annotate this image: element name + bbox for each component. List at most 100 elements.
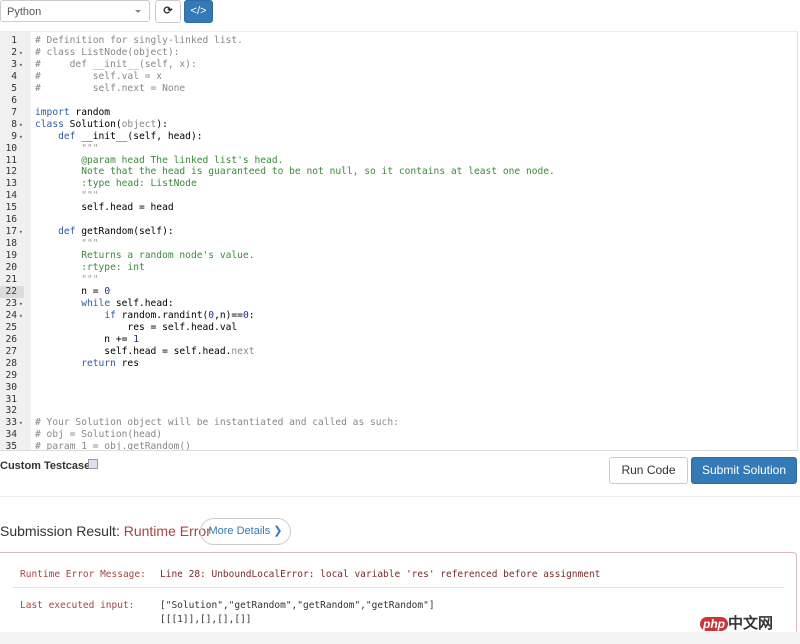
line-number: 16 [5,214,17,226]
submit-solution-button[interactable]: Submit Solution [691,457,797,484]
code-token: ,n)== [214,309,243,321]
line-number: 1 [11,35,17,46]
code-line[interactable]: 28 return res [0,358,797,370]
language-select[interactable]: Python [0,0,150,22]
code-line[interactable]: 25 res = self.head.val [0,322,797,334]
line-number: 10 [5,142,17,154]
code-text: n += 1 [35,334,139,346]
code-line[interactable]: 30 [0,382,797,394]
code-line[interactable]: 26 n += 1 [0,334,797,346]
code-text: # def __init__(self, x): [35,59,197,71]
code-text: while self.head: [35,297,174,310]
code-line[interactable]: 14 """ [0,190,797,202]
run-code-button[interactable]: Run Code [609,457,688,484]
line-number: 5 [11,82,17,94]
fold-arrow-icon[interactable]: ▾ [19,310,23,322]
code-line[interactable]: 27 self.head = self.head.next [0,346,797,358]
fold-arrow-icon[interactable]: ▾ [19,131,23,143]
fold-arrow-icon[interactable]: ▾ [19,298,23,310]
divider [0,496,800,497]
code-token: # Your Solution object will be instantia… [35,417,399,429]
code-text: # Your Solution object will be instantia… [35,417,399,429]
line-number: 13 [5,178,17,190]
code-token: # obj = Solution(head) [35,429,163,441]
code-line[interactable]: 20 :rtype: int [0,262,797,274]
code-line[interactable]: 33 ▾ # Your Solution object will be instan… [0,417,797,429]
code-line[interactable]: 29 [0,370,797,382]
code-line[interactable]: 35 # param_1 = obj.getRandom() [0,441,797,450]
code-line[interactable]: 8 ▾ class Solution(object): [0,119,797,131]
code-line[interactable]: 23 ▾ while self.head: [0,298,797,310]
code-line[interactable]: 12 Note that the head is guaranteed to b… [0,166,797,178]
code-token: # def __init__(self, x): [35,58,197,70]
code-token: :type head: ListNode [35,178,197,190]
code-line[interactable]: 4 # self.val = x [0,71,797,83]
code-text: self.head = self.head.next [35,346,254,358]
code-line[interactable]: 17 ▾ def getRandom(self): [0,226,797,238]
code-line[interactable]: 7 import random [0,107,797,119]
code-line[interactable]: 19 Returns a random node's value. [0,250,797,262]
refresh-icon: ⟳ [163,5,173,17]
fold-arrow-icon[interactable]: ▾ [19,119,23,131]
code-line[interactable]: 21 """ [0,274,797,286]
code-line[interactable]: 2 ▾ # class ListNode(object): [0,47,797,59]
line-number: 21 [5,274,17,285]
fold-arrow-icon[interactable]: ▾ [19,417,23,429]
code-text: return res [35,358,139,370]
code-editor[interactable]: 1 # Definition for singly-linked list. 2 ▾ #… [0,31,798,451]
more-details-button[interactable]: More Details ❯ [200,518,291,545]
line-number: 34 [5,429,17,441]
code-line[interactable]: 22 n = 0 [0,285,797,298]
code-token: ): [156,118,168,130]
code-line[interactable]: 10 """ [0,143,797,155]
code-line[interactable]: 18 """ [0,238,797,250]
code-token: import [35,106,70,118]
code-line[interactable]: 34 # obj = Solution(head) [0,429,797,441]
line-number: 15 [5,202,17,214]
line-number: 7 [11,106,17,118]
line-number: 25 [5,321,17,333]
code-token: class [35,118,64,130]
code-token: while [81,297,111,309]
code-text: # obj = Solution(head) [35,429,162,441]
code-token: Solution( [63,118,122,130]
code-line[interactable]: 9 ▾ def __init__(self, head): [0,131,797,143]
custom-testcase-label: Custom Testcase [0,460,91,472]
code-line[interactable]: 1 # Definition for singly-linked list. [0,35,797,47]
code-line[interactable]: 3 ▾ # def __init__(self, x): [0,59,797,71]
code-token: self.head: [110,297,174,309]
code-line[interactable]: 32 [0,405,797,417]
watermark-logo: php 中文网 [700,612,773,633]
code-line[interactable]: 6 [0,95,797,107]
code-line[interactable]: 24 ▾ if random.randint(0,n)==0: [0,310,797,322]
code-token: n = [35,285,105,297]
code-text: # self.next = None [35,83,185,95]
code-icon: </> [190,5,207,17]
code-view-button[interactable]: </> [184,0,213,23]
code-token: # self.val = x [35,70,163,82]
code-text: """ [35,274,98,286]
code-token: """ [35,238,99,250]
code-line[interactable]: 31 [0,394,797,406]
code-line[interactable]: 16 [0,214,797,226]
line-number: 17 ▾ [5,226,23,238]
code-line[interactable]: 13 :type head: ListNode [0,178,797,190]
code-line[interactable]: 15 self.head = head [0,202,797,214]
fold-arrow-icon[interactable]: ▾ [19,226,23,238]
code-line[interactable]: 11 @param head The linked list's head. [0,155,797,167]
code-text: import random [35,107,110,119]
fold-arrow-icon[interactable]: ▾ [19,59,23,71]
line-number: 18 [5,238,17,250]
code-token: :rtype: int [35,262,145,274]
line-number: 14 [5,190,17,202]
custom-testcase-checkbox[interactable] [88,459,98,469]
reset-code-button[interactable]: ⟳ [155,0,181,23]
code-token: Note that the head is guaranteed to be n… [35,166,555,178]
code-token: # self.next = None [35,82,186,94]
code-line[interactable]: 5 # self.next = None [0,83,797,95]
code-token: res [115,357,139,369]
code-text: """ [35,238,99,250]
error-message-label: Runtime Error Message: [20,569,146,580]
fold-arrow-icon[interactable]: ▾ [19,47,23,59]
